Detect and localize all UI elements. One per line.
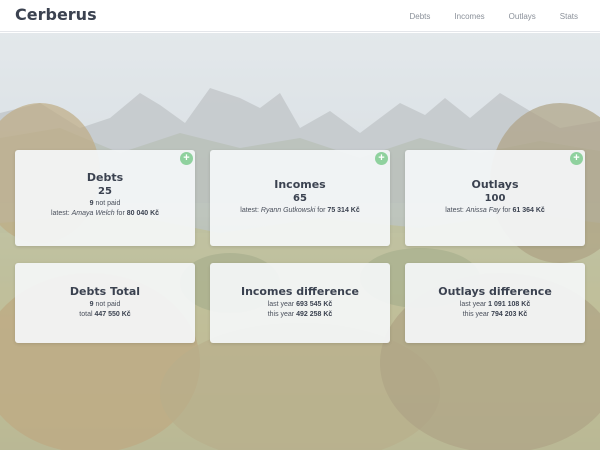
debts-not-paid: 9 not paid [89, 200, 121, 207]
incomes-latest: latest: Ryann Gutkowski for 75 314 Kč [240, 207, 360, 214]
navbar: Cerberus Debts Incomes Outlays Stats [0, 0, 600, 32]
outlays-last-year: last year 1 091 108 Kč [459, 301, 531, 308]
incomes-difference-title: Incomes difference [240, 285, 359, 298]
brand-logo[interactable]: Cerberus [15, 5, 97, 24]
add-debt-button[interactable]: + [180, 152, 193, 165]
incomes-this-year: this year 492 258 Kč [267, 311, 333, 318]
outlays-this-year: this year 794 203 Kč [462, 311, 528, 318]
nav-link-debts[interactable]: Debts [410, 12, 431, 21]
incomes-difference-card[interactable]: Incomes difference last year 693 545 Kč … [210, 263, 390, 343]
debts-total-not-paid: 9 not paid [89, 301, 121, 308]
incomes-latest-name: Ryann Gutkowski [260, 207, 316, 214]
incomes-title: Incomes [274, 178, 326, 191]
outlays-latest-amount: 61 364 Kč [512, 207, 545, 214]
incomes-card[interactable]: + Incomes 65 latest: Ryann Gutkowski for… [210, 150, 390, 246]
debts-title: Debts [86, 171, 124, 184]
outlays-latest-name: Anissa Fay [465, 207, 501, 214]
outlays-count: 100 [484, 193, 506, 204]
nav-link-incomes[interactable]: Incomes [454, 12, 484, 21]
outlays-difference-card[interactable]: Outlays difference last year 1 091 108 K… [405, 263, 585, 343]
nav-links: Debts Incomes Outlays Stats [386, 0, 579, 32]
incomes-count: 65 [293, 193, 307, 204]
outlays-title: Outlays [471, 178, 519, 191]
nav-link-outlays[interactable]: Outlays [509, 12, 536, 21]
debts-total-title: Debts Total [69, 285, 141, 298]
nav-link-stats[interactable]: Stats [560, 12, 578, 21]
incomes-last-year: last year 693 545 Kč [267, 301, 333, 308]
outlays-difference-title: Outlays difference [438, 285, 552, 298]
outlays-card[interactable]: + Outlays 100 latest: Anissa Fay for 61 … [405, 150, 585, 246]
debts-latest: latest: Amaya Welch for 80 040 Kč [50, 210, 160, 217]
debts-latest-name: Amaya Welch [71, 210, 115, 217]
debts-count: 25 [98, 186, 112, 197]
add-income-button[interactable]: + [375, 152, 388, 165]
debts-latest-amount: 80 040 Kč [126, 210, 160, 217]
debts-total-amount: total 447 550 Kč [79, 311, 131, 318]
incomes-latest-amount: 75 314 Kč [327, 207, 360, 214]
outlays-latest: latest: Anissa Fay for 61 364 Kč [445, 207, 545, 214]
debts-card[interactable]: + Debts 25 9 not paid latest: Amaya Welc… [15, 150, 195, 246]
add-outlay-button[interactable]: + [570, 152, 583, 165]
debts-total-card[interactable]: Debts Total 9 not paid total 447 550 Kč [15, 263, 195, 343]
